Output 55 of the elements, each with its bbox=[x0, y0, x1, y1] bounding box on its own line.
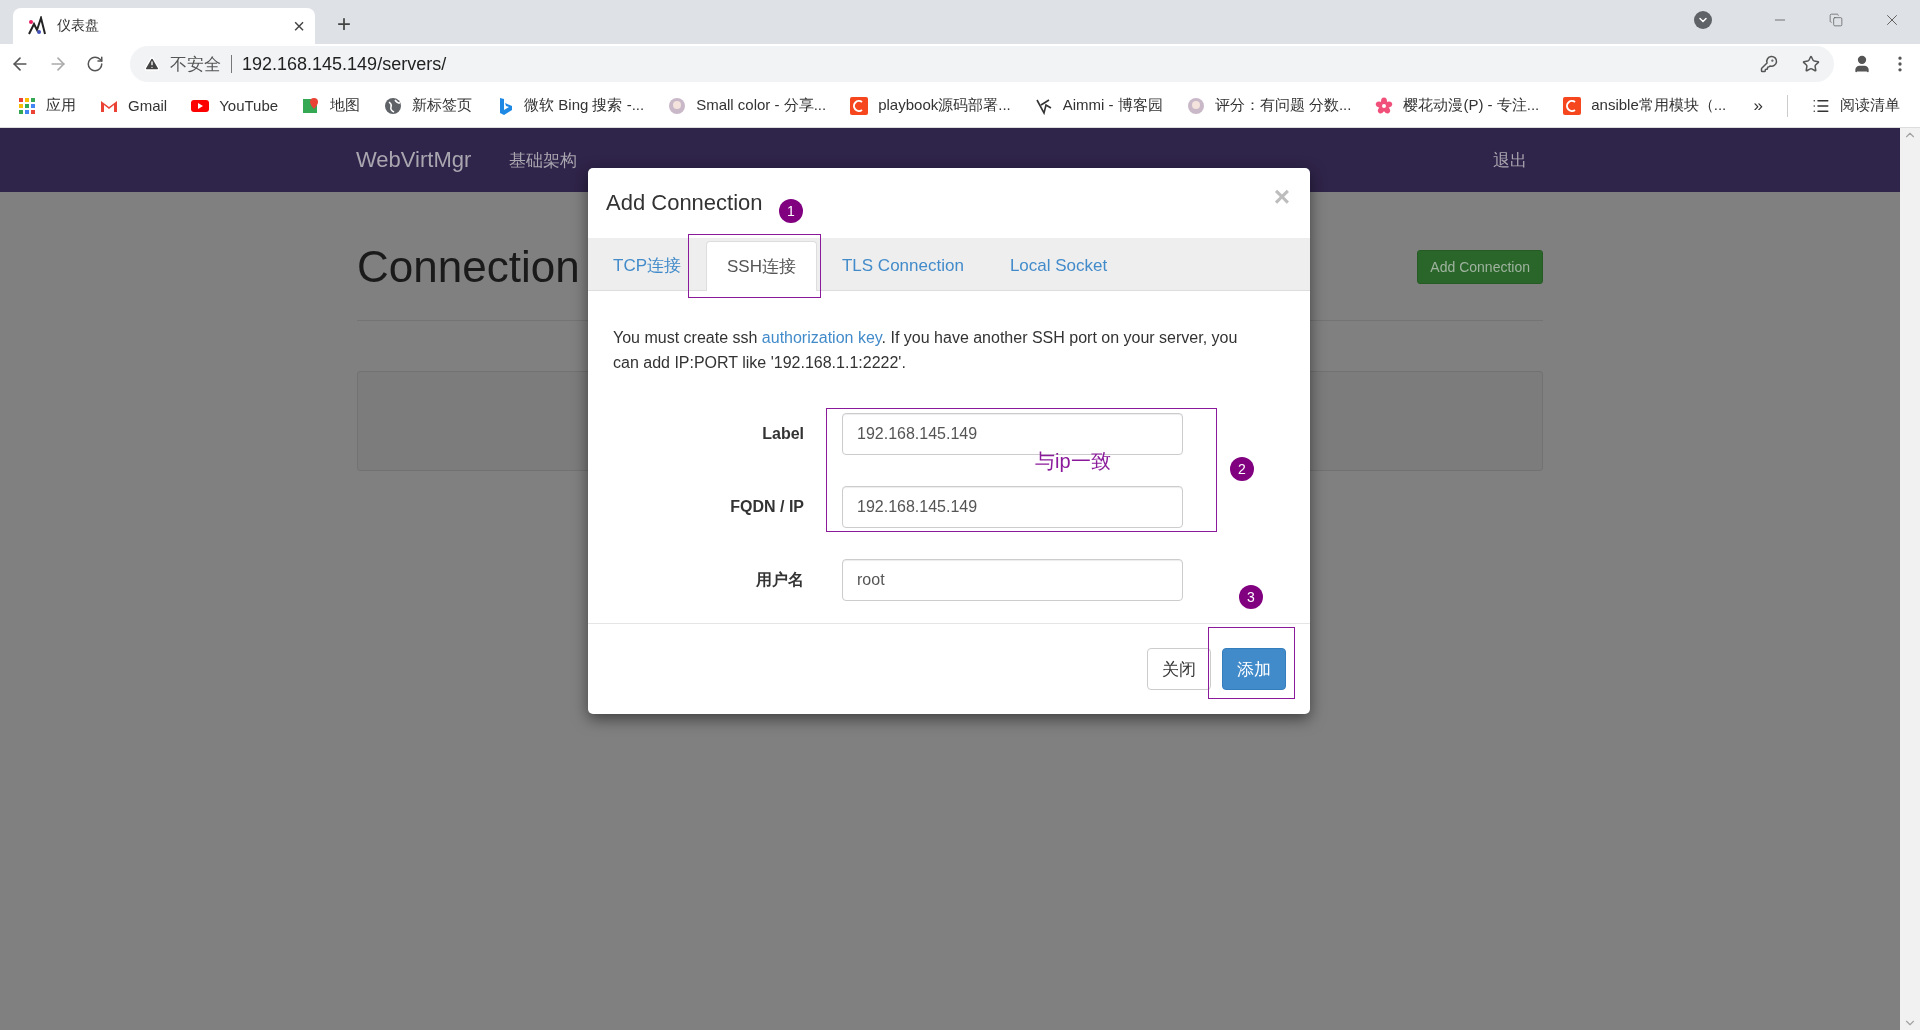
input-field[interactable]: root bbox=[842, 559, 1183, 601]
tab-title: 仪表盘 bbox=[57, 17, 100, 35]
tab-close-button[interactable]: × bbox=[293, 14, 305, 38]
warning-icon bbox=[144, 56, 160, 72]
brand-link[interactable]: WebVirtMgr bbox=[356, 147, 472, 173]
bookmark-item[interactable]: 新标签页 bbox=[384, 96, 473, 115]
bookmark-item[interactable]: Aimmi - 博客园 bbox=[1034, 96, 1163, 115]
connection-tab[interactable]: SSH连接 bbox=[706, 241, 817, 291]
reading-list-button[interactable]: 阅读清单 bbox=[1812, 96, 1900, 115]
page-heading: Connection bbox=[357, 242, 580, 292]
bookmark-item[interactable]: YouTube bbox=[191, 96, 279, 115]
c-badge-icon bbox=[1563, 96, 1582, 115]
profile-icon[interactable] bbox=[1852, 54, 1872, 74]
avatar-icon bbox=[1186, 96, 1205, 115]
apps-grid-icon bbox=[18, 96, 36, 115]
bookmark-star-icon[interactable] bbox=[1802, 55, 1820, 73]
more-bookmarks-button[interactable]: » bbox=[1753, 95, 1763, 116]
url-text: 192.168.145.149/servers/ bbox=[242, 53, 448, 75]
annotation-marker: 3 bbox=[1239, 585, 1263, 609]
map-pin-icon bbox=[302, 96, 321, 115]
c-badge-icon bbox=[850, 96, 869, 115]
modal-title: Add Connection bbox=[606, 190, 763, 216]
bookmark-item[interactable]: ansible常用模块（... bbox=[1563, 96, 1727, 115]
field-label: 用户名 bbox=[755, 569, 804, 590]
instruction-text: You must create ssh authorization key. If you have another SSH port on your server, you can add IP:PORT like '192.168.1.1:2222'. bbox=[613, 328, 1239, 373]
bookmark-item[interactable]: 地图 bbox=[302, 96, 361, 115]
bookmark-item[interactable]: 樱花动漫(P) - 专注... bbox=[1375, 96, 1540, 115]
bookmark-item[interactable]: Small color - 分享... bbox=[668, 96, 827, 115]
key-icon[interactable] bbox=[1760, 55, 1778, 73]
input-field[interactable]: 192.168.145.149 bbox=[842, 486, 1183, 528]
field-label: Label bbox=[761, 425, 804, 443]
address-bar[interactable]: 不安全 192.168.145.149/servers/ bbox=[130, 46, 1834, 82]
authorization-key-link[interactable]: authorization key bbox=[761, 329, 882, 346]
globe-icon bbox=[384, 96, 403, 115]
bookmark-item[interactable]: Gmail bbox=[100, 96, 168, 115]
bookmark-item[interactable]: 微软 Bing 搜索 -... bbox=[496, 96, 645, 115]
annotation-marker: 2 bbox=[1230, 457, 1254, 481]
favicon-icon bbox=[27, 16, 47, 36]
bookmark-item[interactable]: playbook源码部署... bbox=[850, 96, 1011, 115]
tab-search-icon[interactable] bbox=[1694, 11, 1712, 29]
flower-icon bbox=[1375, 96, 1394, 115]
close-button[interactable]: 关闭 bbox=[1147, 648, 1211, 690]
browser-tab[interactable]: 仪表盘 × bbox=[13, 8, 315, 44]
add-button[interactable]: 添加 bbox=[1222, 648, 1286, 690]
annotation-marker: 1 bbox=[779, 199, 803, 223]
nav-link[interactable]: 基础架构 bbox=[509, 148, 578, 172]
reload-icon[interactable] bbox=[86, 55, 104, 73]
logout-link[interactable]: 退出 bbox=[1493, 148, 1527, 172]
bookmark-item[interactable]: 应用 bbox=[18, 96, 76, 115]
security-label: 不安全 bbox=[170, 53, 221, 76]
sketch-icon bbox=[1034, 96, 1053, 115]
bookmark-item[interactable]: 评分：有问题 分数... bbox=[1186, 96, 1352, 115]
field-label: FQDN / IP bbox=[729, 498, 804, 516]
avatar-icon bbox=[668, 96, 687, 115]
new-tab-button[interactable]: + bbox=[337, 10, 351, 38]
